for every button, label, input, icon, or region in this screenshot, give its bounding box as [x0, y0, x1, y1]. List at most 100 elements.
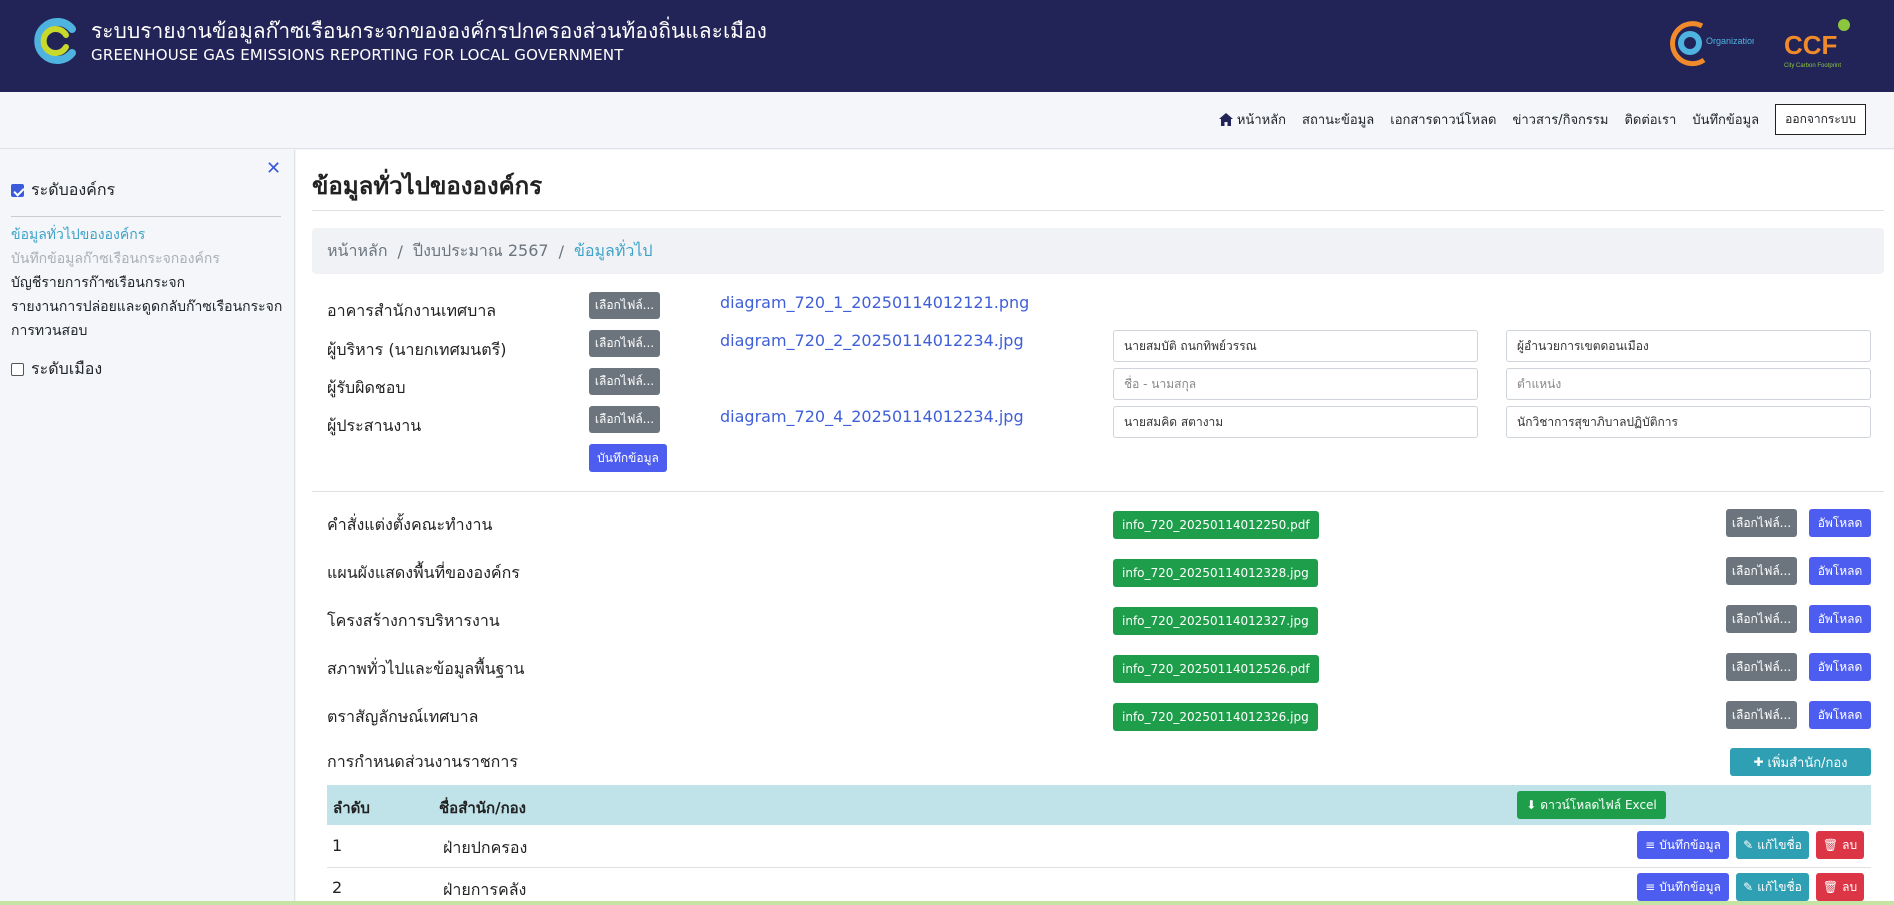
nav-news[interactable]: ข่าวสาร/กิจกรรม [1512, 109, 1608, 130]
choose-file-button[interactable]: เลือกไฟล์... [1726, 557, 1797, 585]
row-edit-label: แก้ไขชื่อ [1757, 837, 1802, 852]
city-level-toggle[interactable]: ระดับเมือง [11, 357, 102, 382]
add-unit-button[interactable]: ✚ เพิ่มสำนัก/กอง [1730, 748, 1871, 776]
nav-downloads[interactable]: เอกสารดาวน์โหลด [1390, 109, 1496, 130]
ccf-logo-text: CCF [1784, 30, 1837, 60]
row-save-label: บันทึกข้อมูล [1659, 837, 1721, 852]
nav-home-label: หน้าหลัก [1236, 112, 1287, 128]
save-images-button[interactable]: บันทึกข้อมูล [589, 444, 667, 472]
nav-contact[interactable]: ติดต่อเรา [1624, 109, 1676, 130]
column-header-unit-name: ชื่อสำนัก/กอง [439, 799, 526, 817]
responsible-name-input[interactable]: ชื่อ - นามสกุล [1113, 368, 1478, 400]
download-excel-button[interactable]: ⬇ ดาวน์โหลดไฟล์ Excel [1517, 791, 1666, 819]
responsible-position-input[interactable]: ตำแหน่ง [1506, 368, 1871, 400]
doc-row-label: สภาพทั่วไปและข้อมูลพื้นฐาน [327, 659, 525, 678]
unit-row-no: 2 [332, 878, 343, 897]
doc-file-badge[interactable]: info_720_20250114012326.jpg [1113, 703, 1318, 731]
image-file-link[interactable]: diagram_720_4_20250114012234.jpg [720, 407, 1024, 426]
doc-row-label: คำสั่งแต่งตั้งคณะทำงาน [327, 515, 493, 534]
image-file-link[interactable]: diagram_720_1_20250114012121.png [720, 293, 1029, 312]
coordinator-name-input[interactable]: นายสมคิด สตางาม [1113, 406, 1478, 438]
bottom-accent-bar [0, 901, 1894, 905]
row-save-button[interactable]: ≡ บันทึกข้อมูล [1637, 873, 1729, 901]
title-divider [312, 210, 1884, 211]
site-title-thai: ระบบรายงานข้อมูลก๊าซเรือนกระจกขององค์กรป… [91, 19, 767, 43]
row-delete-button[interactable]: 🗑 ลบ [1816, 831, 1864, 859]
doc-file-badge[interactable]: info_720_20250114012526.pdf [1113, 655, 1319, 683]
org-level-label: ระดับองค์กร [31, 180, 116, 199]
logout-button[interactable]: ออกจากระบบ [1775, 103, 1866, 135]
image-row-label: ผู้ประสานงาน [327, 416, 422, 435]
upload-button[interactable]: อัพโหลด [1809, 653, 1871, 681]
edit-icon: ✎ [1743, 880, 1754, 894]
breadcrumb-current: ข้อมูลทั่วไป [573, 240, 653, 260]
choose-file-button[interactable]: เลือกไฟล์... [1726, 653, 1797, 681]
doc-file-badge[interactable]: info_720_20250114012328.jpg [1113, 559, 1318, 587]
breadcrumb-fiscal-year[interactable]: ปีงบประมาณ 2567 [413, 239, 549, 264]
org-level-checkbox[interactable] [11, 184, 24, 197]
row-delete-button[interactable]: 🗑 ลบ [1816, 873, 1864, 901]
unit-row-name: ฝ่ายการคลัง [443, 880, 527, 899]
choose-file-button[interactable]: เลือกไฟล์... [589, 330, 660, 357]
database-icon: ≡ [1645, 838, 1656, 852]
ccf-logo-icon: CCF City Carbon Footprint [1784, 19, 1850, 69]
sidebar-close-icon[interactable]: ✕ [266, 158, 281, 179]
organization-logo-text: Organization [1706, 36, 1754, 46]
row-delete-label: ลบ [1842, 879, 1858, 894]
doc-file-badge[interactable]: info_720_20250114012327.jpg [1113, 607, 1318, 635]
upload-button[interactable]: อัพโหลด [1809, 605, 1871, 633]
nav-home[interactable]: หน้าหลัก [1218, 109, 1287, 130]
city-level-label: ระดับเมือง [31, 359, 103, 378]
row-edit-button[interactable]: ✎ แก้ไขชื่อ [1736, 873, 1809, 901]
upload-button[interactable]: อัพโหลด [1809, 557, 1871, 585]
upload-button[interactable]: อัพโหลด [1809, 701, 1871, 729]
sidebar-item-record-ghg[interactable]: บันทึกข้อมูลก๊าซเรือนกระจกองค์กร [11, 247, 282, 271]
sidebar-item-emission-report[interactable]: รายงานการปล่อยและดูดกลับก๊าซเรือนกระจก [11, 295, 282, 319]
unit-row-no: 1 [332, 836, 343, 855]
image-row-label: ผู้รับผิดชอบ [327, 378, 406, 397]
nav-status[interactable]: สถานะข้อมูล [1302, 109, 1374, 130]
breadcrumb: หน้าหลัก / ปีงบประมาณ 2567 / ข้อมูลทั่วไ… [312, 228, 1884, 274]
column-header-no: ลำดับ [333, 799, 370, 817]
choose-file-button[interactable]: เลือกไฟล์... [1726, 605, 1797, 633]
choose-file-button[interactable]: เลือกไฟล์... [589, 368, 660, 395]
row-save-button[interactable]: ≡ บันทึกข้อมูล [1637, 831, 1729, 859]
choose-file-button[interactable]: เลือกไฟล์... [1726, 701, 1797, 729]
nav-record[interactable]: บันทึกข้อมูล [1692, 109, 1759, 130]
doc-file-badge[interactable]: info_720_20250114012250.pdf [1113, 511, 1319, 539]
breadcrumb-home[interactable]: หน้าหลัก [327, 239, 388, 264]
site-title-english: GREENHOUSE GAS EMISSIONS REPORTING FOR L… [91, 46, 624, 64]
choose-file-button[interactable]: เลือกไฟล์... [589, 292, 660, 319]
row-edit-button[interactable]: ✎ แก้ไขชื่อ [1736, 831, 1809, 859]
database-icon: ≡ [1645, 880, 1656, 894]
sidebar-divider [11, 216, 281, 217]
executive-position-input[interactable]: ผู้อำนวยการเขตดอนเมือง [1506, 330, 1871, 362]
doc-row-label: โครงสร้างการบริหารงาน [327, 611, 500, 630]
row-divider [327, 867, 1871, 868]
choose-file-button[interactable]: เลือกไฟล์... [1726, 509, 1797, 537]
sidebar-menu: ข้อมูลทั่วไปขององค์กร บันทึกข้อมูลก๊าซเร… [11, 223, 282, 343]
coordinator-position-input[interactable]: นักวิชาการสุขาภิบาลปฏิบัติการ [1506, 406, 1871, 438]
image-file-link[interactable]: diagram_720_2_20250114012234.jpg [720, 331, 1024, 350]
units-section-label: การกำหนดส่วนงานราชการ [327, 752, 518, 771]
row-edit-label: แก้ไขชื่อ [1757, 879, 1802, 894]
sidebar-item-general-info[interactable]: ข้อมูลทั่วไปขององค์กร [11, 223, 282, 247]
download-excel-label: ดาวน์โหลดไฟล์ Excel [1540, 797, 1657, 812]
site-logo-icon[interactable] [32, 17, 80, 65]
executive-name-input[interactable]: นายสมบัติ ถนกทิพย์วรรณ [1113, 330, 1478, 362]
org-level-toggle[interactable]: ระดับองค์กร [11, 178, 115, 203]
home-icon [1218, 112, 1233, 126]
choose-file-button[interactable]: เลือกไฟล์... [589, 406, 660, 433]
doc-row-label: ตราสัญลักษณ์เทศบาล [327, 707, 479, 726]
unit-row-name: ฝ่ายปกครอง [443, 838, 528, 857]
trash-icon: 🗑 [1822, 880, 1839, 894]
breadcrumb-separator: / [397, 241, 403, 261]
sidebar: ✕ ระดับองค์กร ข้อมูลทั่วไปขององค์กร บันท… [0, 150, 295, 905]
city-level-checkbox[interactable] [11, 363, 24, 376]
plus-icon: ✚ [1753, 755, 1764, 769]
sidebar-item-verification[interactable]: การทวนสอบ [11, 319, 282, 343]
upload-button[interactable]: อัพโหลด [1809, 509, 1871, 537]
download-icon: ⬇ [1526, 798, 1537, 812]
doc-row-label: แผนผังแสดงพื้นที่ขององค์กร [327, 563, 520, 582]
sidebar-item-ghg-inventory[interactable]: บัญชีรายการก๊าซเรือนกระจก [11, 271, 282, 295]
